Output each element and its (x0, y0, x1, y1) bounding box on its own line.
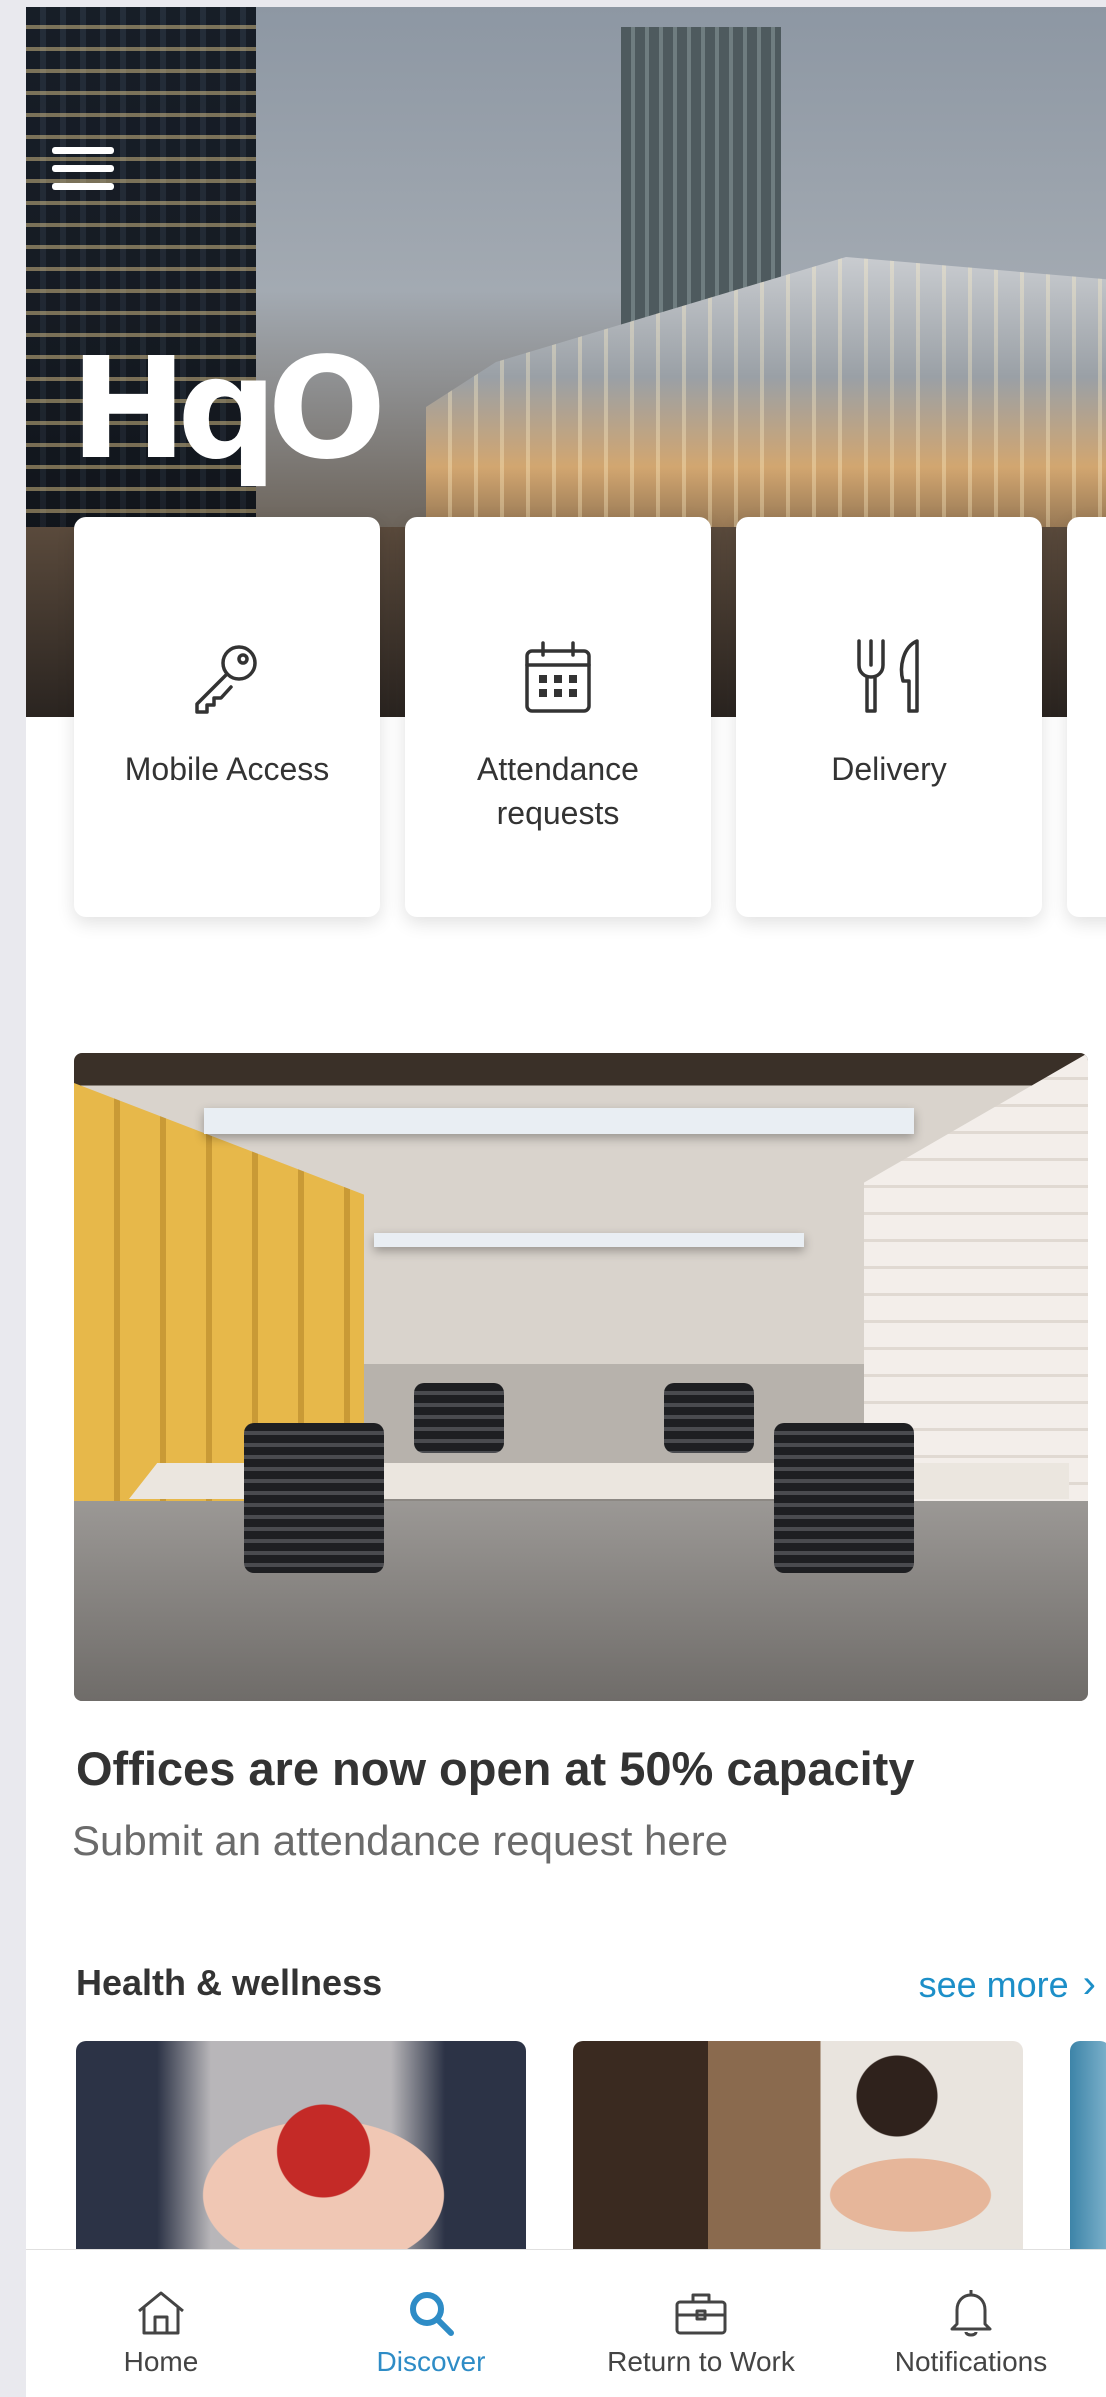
wellness-card-heart[interactable] (76, 2041, 526, 2261)
svg-text:HqO: HqO (70, 337, 379, 487)
feature-office-image[interactable] (74, 1053, 1088, 1701)
key-icon (185, 635, 269, 719)
tab-home[interactable]: Home (26, 2250, 296, 2397)
office-chair (664, 1383, 754, 1453)
mobile-access-tile[interactable]: Mobile Access (74, 517, 380, 917)
tab-label: Return to Work (607, 2346, 795, 2377)
office-chair (774, 1423, 914, 1573)
office-chair (414, 1383, 504, 1453)
bell-icon (943, 2288, 999, 2338)
office-ceiling-light (374, 1233, 804, 1247)
tile-label: Mobile Access (124, 751, 330, 787)
chevron-right-icon: › (1082, 1962, 1096, 2006)
wellness-card-kitchen[interactable] (573, 2041, 1023, 2261)
calendar-icon (516, 635, 600, 719)
tab-label: Home (123, 2346, 199, 2377)
wellness-card-partial[interactable] (1070, 2041, 1106, 2261)
tab-discover[interactable]: Discover (296, 2250, 566, 2397)
tile-label: Delivery (831, 751, 947, 787)
tab-label: Notifications (894, 2346, 1048, 2377)
quick-actions: Mobile Access Attendance requests Delive… (74, 517, 1106, 927)
see-more-label: see more (918, 1963, 1069, 2005)
feature-subtitle[interactable]: Submit an attendance request here (72, 1817, 1092, 1865)
attendance-requests-tile[interactable]: Attendance requests (405, 517, 711, 917)
home-icon (133, 2288, 189, 2338)
tab-return-to-work[interactable]: Return to Work (566, 2250, 836, 2397)
section-title: Health & wellness (76, 1962, 383, 2003)
app-screen: HqO Mobile Access Attendance requests De… (26, 7, 1106, 2397)
tab-notifications[interactable]: Notifications (836, 2250, 1106, 2397)
bottom-tab-bar: Home Discover Return to Work Notificatio… (26, 2249, 1106, 2397)
hqo-logo-mark: HqO (70, 328, 389, 491)
briefcase-icon (673, 2288, 729, 2338)
office-chair (244, 1423, 384, 1573)
feature-title[interactable]: Offices are now open at 50% capacity (76, 1741, 1096, 1796)
office-floor (74, 1501, 1088, 1701)
tab-label: Discover (376, 2346, 486, 2377)
hqo-logo: HqO (70, 328, 390, 491)
hero-building (426, 257, 1106, 557)
office-ceiling-light (204, 1108, 914, 1134)
hamburger-menu-icon[interactable] (52, 147, 114, 199)
see-more-link[interactable]: see more › (919, 1962, 1096, 2007)
more-tile-partial[interactable] (1067, 517, 1106, 917)
search-icon (403, 2288, 459, 2338)
delivery-tile[interactable]: Delivery (736, 517, 1042, 917)
tile-label: Attendance requests (477, 751, 639, 831)
fork-knife-icon (847, 635, 931, 719)
